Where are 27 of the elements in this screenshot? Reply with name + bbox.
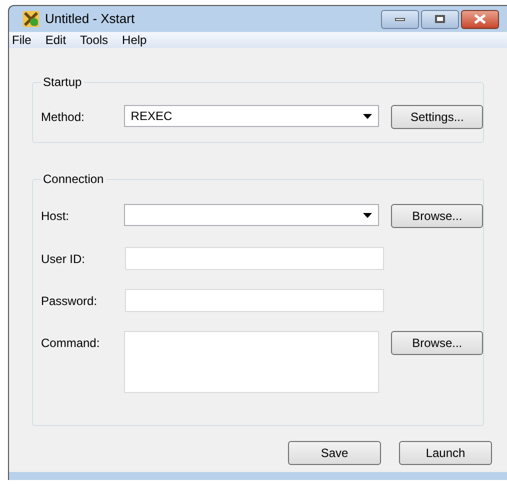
dropdown-arrow-icon — [363, 212, 372, 218]
maximize-button[interactable] — [421, 10, 459, 28]
text-area[interactable] — [124, 331, 380, 393]
dropdown-field[interactable] — [124, 204, 380, 226]
app-icon — [23, 11, 39, 27]
menu-item[interactable]: Help — [122, 31, 147, 49]
menu-item[interactable]: Tools — [80, 31, 108, 49]
minimize-button[interactable] — [381, 10, 419, 28]
close-button[interactable] — [461, 10, 499, 28]
input-field[interactable] — [125, 289, 384, 312]
push-button[interactable]: Launch — [399, 441, 492, 465]
field-label: Method: — [41, 109, 86, 126]
menu-item[interactable]: Edit — [45, 31, 66, 49]
push-button[interactable]: Browse... — [391, 331, 483, 355]
input-field[interactable] — [125, 247, 384, 270]
dropdown-field[interactable]: REXEC — [124, 105, 380, 127]
window-title: Untitled - Xstart — [45, 10, 135, 28]
dropdown-arrow-icon — [363, 114, 372, 118]
field-label: Host: — [41, 208, 70, 225]
field-label: Command: — [41, 335, 101, 352]
field-label: User ID: — [41, 251, 86, 268]
push-button[interactable]: Browse... — [391, 204, 483, 228]
menu-item[interactable]: File — [12, 31, 32, 49]
push-button[interactable]: Settings... — [391, 105, 483, 129]
push-button[interactable]: Save — [288, 441, 381, 465]
field-label: Password: — [41, 293, 98, 310]
close-icon — [474, 14, 486, 24]
